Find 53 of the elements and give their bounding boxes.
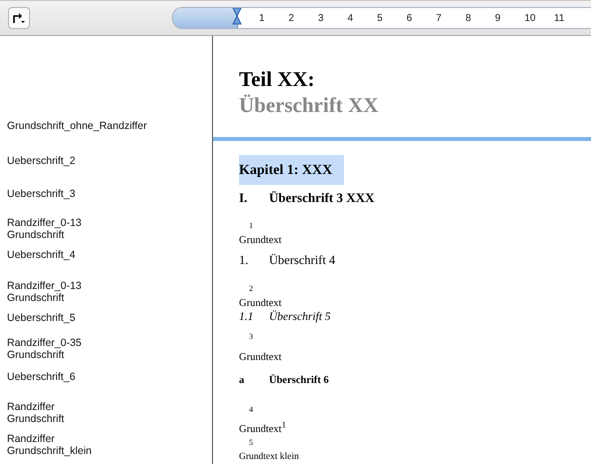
ruler-number: 5 — [377, 12, 384, 24]
body-text: Grundtext klein — [239, 452, 299, 462]
margin-number: 1 — [249, 221, 253, 230]
style-name: Ueberschrift_6 — [7, 371, 76, 383]
paragraph-marks-button[interactable] — [8, 7, 30, 29]
part-label: Teil XX: — [239, 66, 315, 92]
chapter-heading: Kapitel 1: XXX — [239, 155, 344, 185]
indent-marker-icon — [232, 8, 242, 27]
style-name: Grundschrift — [7, 349, 64, 361]
body-text: Grundtext$^{1}$ — [239, 419, 286, 434]
heading-text: Überschrift 6 — [269, 375, 329, 386]
style-name: Randziffer_0-13 — [7, 280, 82, 292]
ruler-number: 10 — [524, 12, 537, 24]
margin-number: 3 — [249, 332, 253, 341]
style-name: Randziffer_0-13 — [7, 217, 82, 229]
ruler-number: 7 — [436, 12, 443, 24]
style-name: Grundschrift — [7, 292, 64, 304]
heading-number: 1. — [239, 253, 250, 268]
body-text: Grundtext — [239, 298, 282, 309]
ruler-number: 11 — [554, 12, 566, 24]
heading-number: a — [239, 375, 246, 386]
ruler-number: 1 — [259, 12, 266, 24]
ruler-number: 6 — [406, 12, 414, 24]
style-name: Ueberschrift_4 — [7, 249, 76, 261]
ruler-number: 2 — [288, 12, 296, 24]
margin-number: 5 — [249, 438, 253, 447]
style-name: Randziffer — [7, 433, 55, 445]
ruler-number: 9 — [495, 12, 502, 24]
ruler-number: 3 — [318, 12, 325, 24]
style-name: Randziffer — [7, 401, 55, 413]
heading-number: 1.1 — [239, 311, 254, 323]
style-name: Grundschrift_klein — [7, 445, 92, 457]
style-name: Ueberschrift_3 — [7, 188, 76, 200]
style-name: Ueberschrift_2 — [7, 155, 76, 167]
style-name: Ueberschrift_5 — [7, 312, 76, 324]
ruler-number: 4 — [348, 12, 354, 24]
turn-arrow-icon — [12, 12, 26, 24]
style-name: Grundschrift — [7, 229, 64, 241]
style-name: Grundschrift_ohne_Randziffer — [7, 120, 147, 132]
heading-text: Überschrift 3 XXX — [269, 190, 374, 206]
heading-text: Überschrift 4 — [269, 253, 336, 268]
style-name: Randziffer_0-35 — [7, 337, 82, 349]
margin-number: 4 — [249, 405, 253, 414]
ruler-margin[interactable] — [173, 8, 238, 28]
ruler-number: 8 — [466, 12, 472, 24]
ruler[interactable]: 1 2 3 4 5 6 7 8 9 10 11 — [172, 7, 591, 29]
body-text: Grundtext — [239, 235, 282, 246]
heading-text: Überschrift 5 — [269, 311, 331, 323]
style-name: Grundschrift — [7, 413, 64, 425]
margin-number: 2 — [249, 284, 253, 293]
part-title: Überschrift XX — [239, 92, 378, 118]
body-text: Grundtext — [239, 352, 282, 363]
heading-number: I. — [239, 190, 248, 206]
